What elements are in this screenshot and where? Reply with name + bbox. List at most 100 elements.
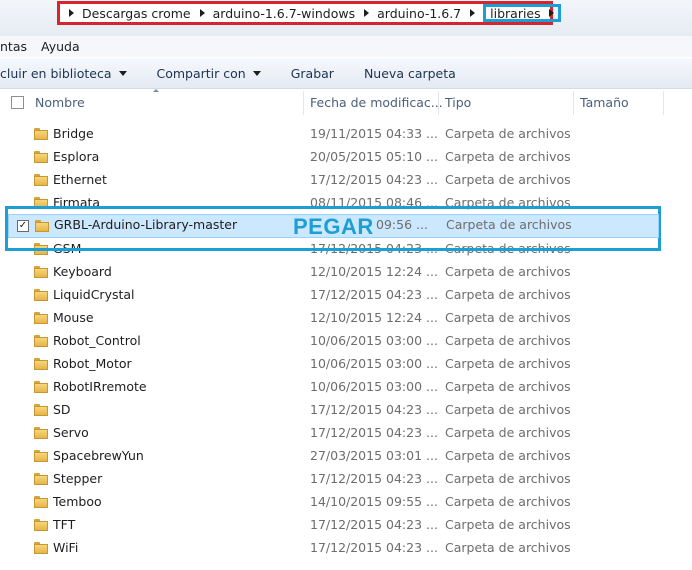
sort-ascending-icon <box>153 89 159 92</box>
column-header-date[interactable]: Fecha de modificac... <box>310 89 443 117</box>
file-date: 09:56 ... <box>376 217 428 232</box>
file-row[interactable]: Robot_Control 10/06/2015 03:00 ... Carpeta… <box>0 330 692 353</box>
folder-icon <box>34 335 48 347</box>
column-header-size[interactable]: Tamaño <box>580 89 629 117</box>
file-date: 17/12/2015 04:23 ... <box>310 402 438 417</box>
folder-icon <box>34 450 48 462</box>
file-date: 14/10/2015 09:55 ... <box>310 494 438 509</box>
file-name[interactable]: LiquidCrystal <box>53 287 135 302</box>
chevron-right-icon[interactable] <box>548 9 554 17</box>
file-date: 10/06/2015 03:00 ... <box>310 333 438 348</box>
file-date: 10/06/2015 03:00 ... <box>310 379 438 394</box>
breadcrumb-label[interactable]: arduino-1.6.7-windows <box>213 6 355 21</box>
file-date: 12/10/2015 12:24 ... <box>310 310 438 325</box>
file-row[interactable]: Stepper 17/12/2015 04:23 ... Carpeta de ar… <box>0 468 692 491</box>
column-header-type[interactable]: Tipo <box>445 89 471 117</box>
file-name[interactable]: SD <box>53 402 71 417</box>
column-divider[interactable] <box>663 91 664 115</box>
folder-icon <box>34 289 48 301</box>
file-row[interactable]: Bridge 19/11/2015 04:33 ... Carpeta de arc… <box>0 123 692 146</box>
file-name[interactable]: Bridge <box>53 126 94 141</box>
file-type: Carpeta de archivos <box>445 333 571 348</box>
file-date: 17/12/2015 04:23 ... <box>310 517 438 532</box>
breadcrumb-item[interactable]: arduino-1.6.7 <box>355 4 483 22</box>
file-row[interactable]: Robot_Motor 10/06/2015 03:00 ... Carpeta d… <box>0 353 692 376</box>
folder-icon <box>34 151 48 163</box>
column-divider[interactable] <box>303 91 304 115</box>
select-all-checkbox[interactable] <box>11 96 24 109</box>
file-row[interactable]: Ethernet 17/12/2015 04:23 ... Carpeta de a… <box>0 169 692 192</box>
file-name[interactable]: TFT <box>53 517 75 532</box>
file-type: Carpeta de archivos <box>445 540 571 555</box>
file-name[interactable]: Stepper <box>53 471 102 486</box>
folder-icon <box>34 404 48 416</box>
file-row[interactable]: LiquidCrystal 17/12/2015 04:23 ... Carpeta… <box>0 284 692 307</box>
file-name[interactable]: WiFi <box>53 540 78 555</box>
file-type: Carpeta de archivos <box>445 310 571 325</box>
file-name[interactable]: Ethernet <box>53 172 107 187</box>
chevron-right-icon[interactable] <box>470 9 476 17</box>
file-name[interactable]: Servo <box>53 425 89 440</box>
file-name[interactable]: Temboo <box>53 494 102 509</box>
file-date: 17/12/2015 04:23 ... <box>310 540 438 555</box>
dropdown-arrow-icon <box>118 70 127 76</box>
file-type: Carpeta de archivos <box>445 356 571 371</box>
file-row[interactable]: SD 17/12/2015 04:23 ... Carpeta de archivo… <box>0 399 692 422</box>
column-divider[interactable] <box>438 91 439 115</box>
include-in-library-button[interactable]: cluir en biblioteca <box>0 66 127 81</box>
menu-item-tools[interactable]: ntas <box>0 39 27 54</box>
file-row[interactable]: Servo 17/12/2015 04:23 ... Carpeta de arch… <box>0 422 692 445</box>
folder-icon <box>34 174 48 186</box>
new-folder-button[interactable]: Nueva carpeta <box>364 66 456 81</box>
column-headers: Nombre Fecha de modificac... Tipo Tamaño <box>0 89 692 117</box>
file-date: 10/06/2015 03:00 ... <box>310 356 438 371</box>
folder-icon <box>35 220 49 232</box>
file-type: Carpeta de archivos <box>445 172 571 187</box>
file-row[interactable]: Esplora 20/05/2015 05:10 ... Carpeta de ar… <box>0 146 692 169</box>
file-name[interactable]: Robot_Motor <box>53 356 132 371</box>
file-date: 12/10/2015 12:24 ... <box>310 264 438 279</box>
file-name[interactable]: RobotIRremote <box>53 379 147 394</box>
file-row[interactable]: Temboo 14/10/2015 09:55 ... Carpeta de arc… <box>0 491 692 514</box>
breadcrumb-label[interactable]: Descargas crome <box>82 6 191 21</box>
file-date: 17/12/2015 04:23 ... <box>310 471 438 486</box>
file-row[interactable]: WiFi 17/12/2015 04:23 ... Carpeta de archi… <box>0 537 692 560</box>
file-name[interactable]: GRBL-Arduino-Library-master <box>54 217 237 232</box>
menu-item-help[interactable]: Ayuda <box>41 39 80 54</box>
burn-label: Grabar <box>290 65 334 81</box>
breadcrumb-label[interactable]: arduino-1.6.7 <box>377 6 461 21</box>
file-type: Carpeta de archivos <box>445 471 571 486</box>
folder-icon <box>34 266 48 278</box>
breadcrumb-current[interactable]: libraries <box>483 4 561 22</box>
breadcrumb-current-label[interactable]: libraries <box>490 6 541 21</box>
file-row[interactable]: TFT 17/12/2015 04:23 ... Carpeta de archiv… <box>0 514 692 537</box>
column-divider[interactable] <box>573 91 574 115</box>
file-row[interactable]: Mouse 12/10/2015 12:24 ... Carpeta de arch… <box>0 307 692 330</box>
chevron-right-icon[interactable] <box>199 9 205 17</box>
file-row[interactable]: SpacebrewYun 27/03/2015 03:01 ... Carpeta … <box>0 445 692 468</box>
row-checkbox[interactable]: ✓ <box>17 220 29 232</box>
breadcrumb-item[interactable]: Descargas crome <box>60 4 191 22</box>
menu-bar: ntas Ayuda <box>0 36 692 57</box>
breadcrumb[interactable]: Descargas crome arduino-1.6.7-windows ar… <box>57 1 561 25</box>
burn-button[interactable]: Grabar <box>291 66 334 81</box>
folder-icon <box>34 473 48 485</box>
file-type: Carpeta de archivos <box>445 448 571 463</box>
chevron-right-icon[interactable] <box>69 9 74 17</box>
file-date: 19/11/2015 04:33 ... <box>310 126 438 141</box>
folder-icon <box>34 312 48 324</box>
file-name[interactable]: Esplora <box>53 149 99 164</box>
share-with-button[interactable]: Compartir con <box>157 66 261 81</box>
file-name[interactable]: Mouse <box>53 310 94 325</box>
chevron-right-icon[interactable] <box>364 9 370 17</box>
file-name[interactable]: SpacebrewYun <box>53 448 144 463</box>
breadcrumb-item[interactable]: arduino-1.6.7-windows <box>191 4 355 22</box>
file-type: Carpeta de archivos <box>445 494 571 509</box>
file-row[interactable]: RobotIRremote 10/06/2015 03:00 ... Carpeta… <box>0 376 692 399</box>
file-row[interactable]: Keyboard 12/10/2015 12:24 ... Carpeta de a… <box>0 261 692 284</box>
folder-icon <box>34 542 48 554</box>
file-name[interactable]: Robot_Control <box>53 333 141 348</box>
file-name[interactable]: Keyboard <box>53 264 112 279</box>
column-header-name[interactable]: Nombre <box>35 89 85 117</box>
file-type: Carpeta de archivos <box>445 287 571 302</box>
